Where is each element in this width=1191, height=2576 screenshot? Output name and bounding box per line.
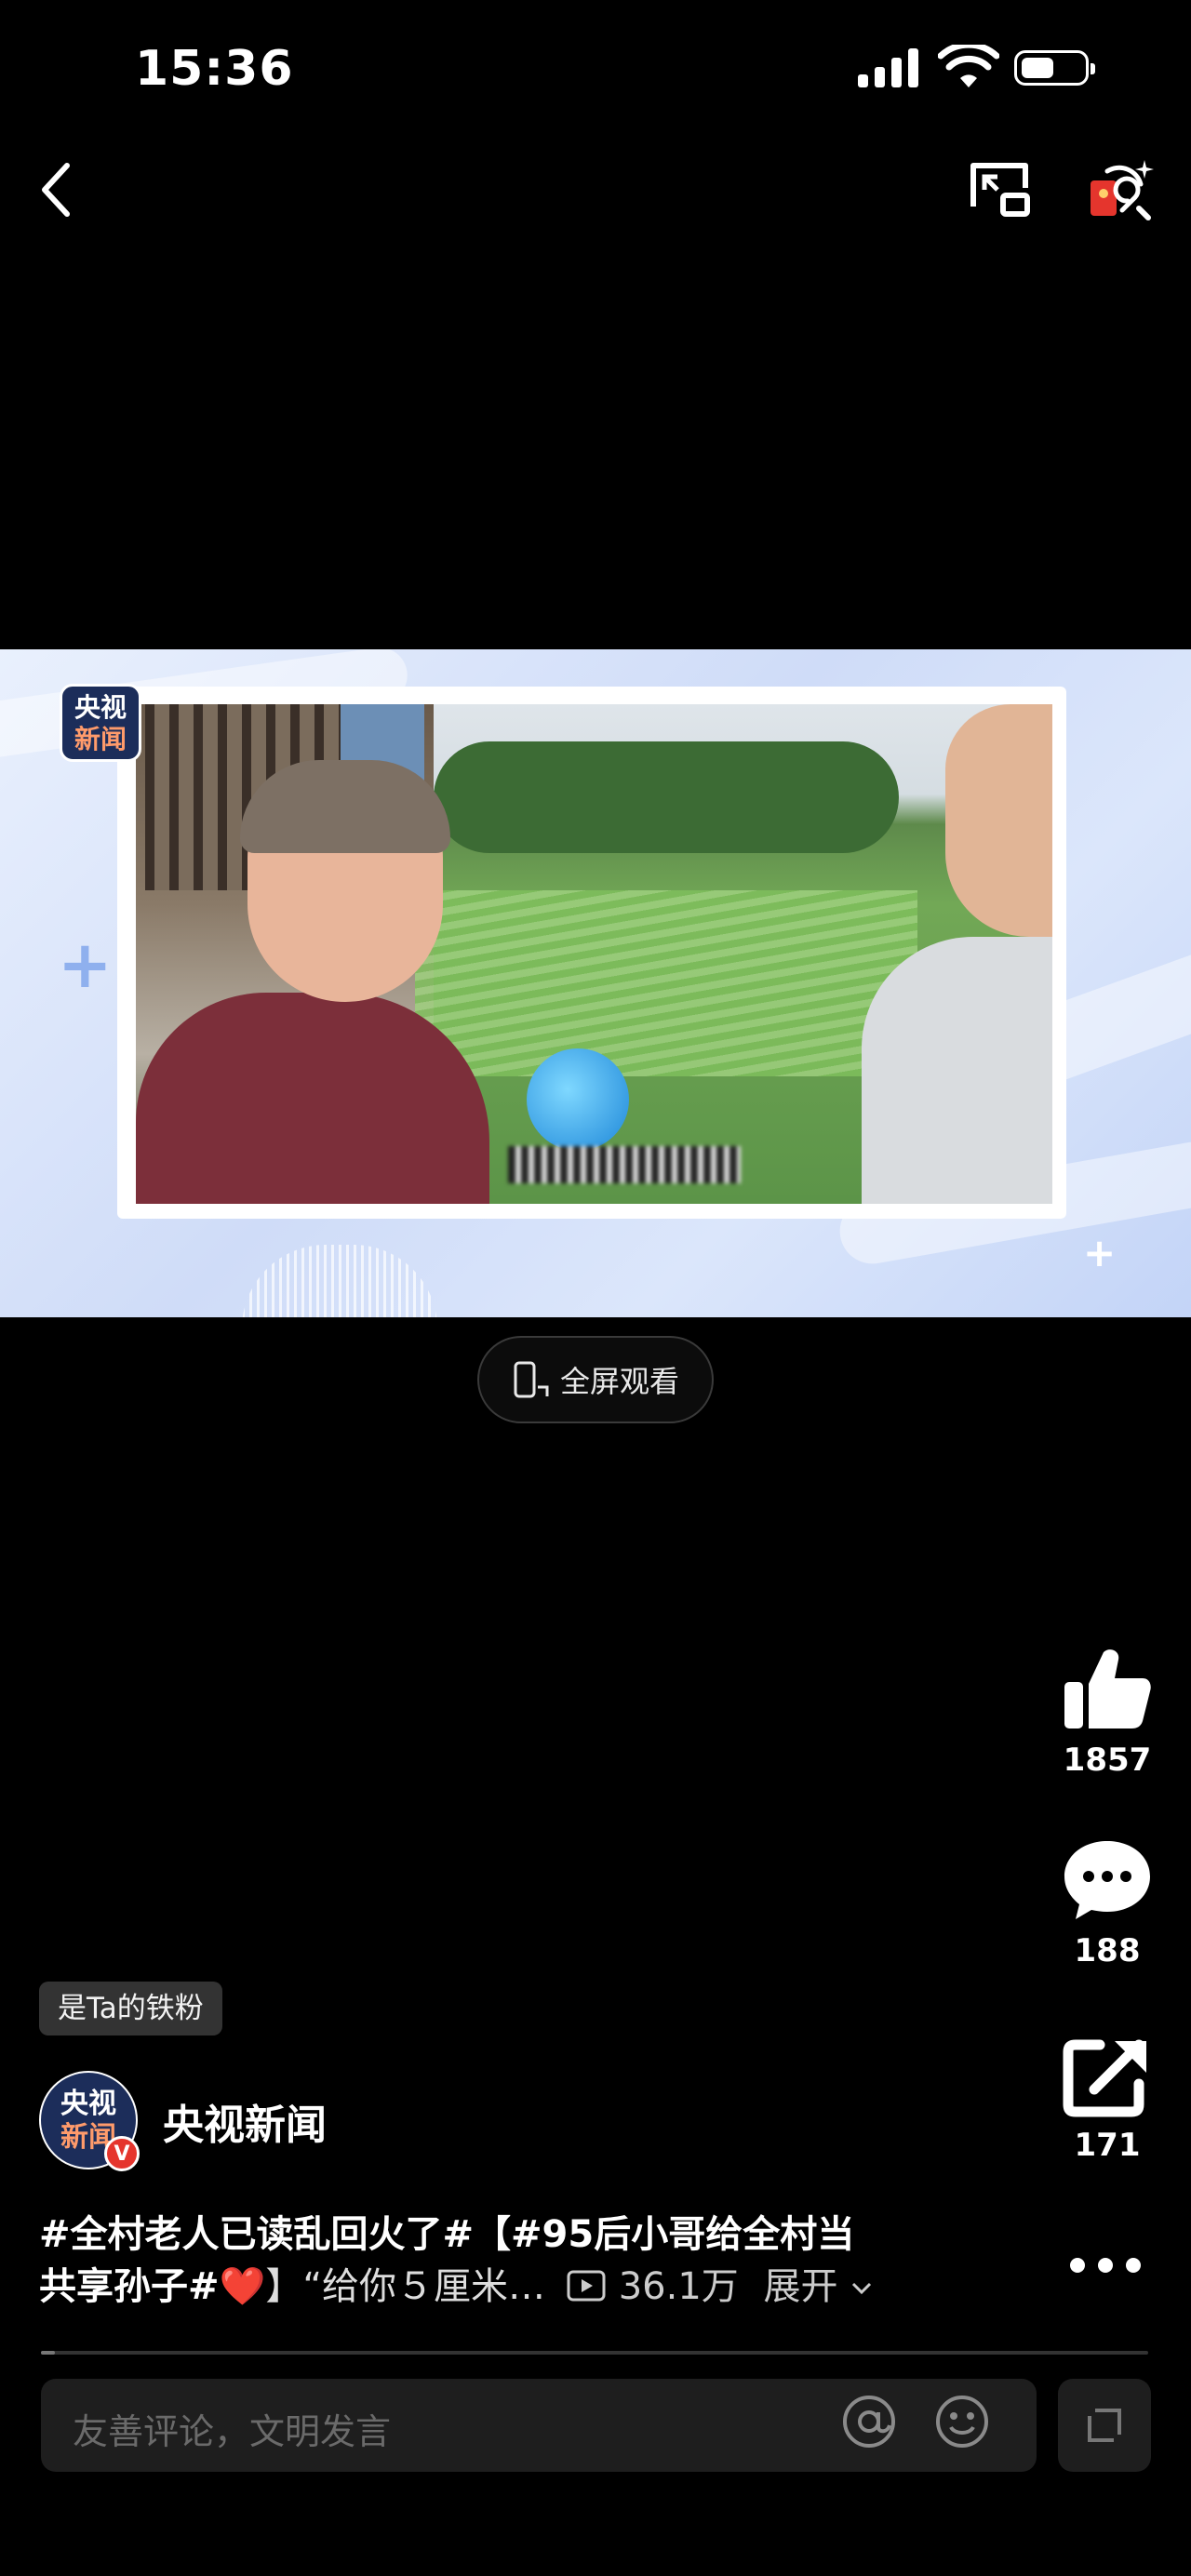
like-button[interactable]: 1857 bbox=[1051, 1647, 1163, 1779]
playback-progress-fill bbox=[41, 2351, 56, 2355]
author-avatar[interactable]: 央视 新闻 V bbox=[39, 2071, 140, 2171]
caption-line2: 共享孙子#❤️】“给你５厘米… 36.1万 展开 bbox=[39, 2261, 1007, 2313]
play-count-icon bbox=[567, 2270, 606, 2302]
playback-progress-bar[interactable] bbox=[41, 2351, 1148, 2355]
cellular-signal-icon bbox=[858, 48, 918, 87]
status-time: 15:36 bbox=[135, 41, 294, 97]
expand-input-button[interactable] bbox=[1058, 2379, 1151, 2472]
expand-caption-button[interactable]: 展开 bbox=[764, 2265, 875, 2308]
fullscreen-label: 全屏观看 bbox=[559, 1364, 679, 1399]
heart-emoji: ❤️ bbox=[219, 2265, 266, 2308]
comment-button[interactable]: 188 bbox=[1051, 1837, 1163, 1969]
rotate-phone-icon bbox=[514, 1361, 549, 1398]
verified-badge: V bbox=[104, 2136, 140, 2171]
picture-in-picture-icon[interactable] bbox=[966, 160, 1033, 220]
fullscreen-button[interactable]: 全屏观看 bbox=[477, 1336, 714, 1423]
comment-placeholder: 友善评论，文明发言 bbox=[73, 2411, 392, 2452]
expand-label: 展开 bbox=[763, 2265, 838, 2308]
channel-logo-line1: 央视 bbox=[74, 692, 127, 723]
share-icon bbox=[1063, 2039, 1146, 2117]
share-button[interactable]: 171 bbox=[1051, 2035, 1163, 2164]
avatar-line1: 央视 bbox=[60, 2088, 116, 2120]
views-group: 36.1万 bbox=[558, 2265, 751, 2308]
caption-line2-rest: 】“给你５厘米… bbox=[265, 2265, 546, 2308]
wifi-icon bbox=[938, 45, 999, 87]
back-chevron-icon[interactable] bbox=[37, 160, 74, 220]
video-scene-image bbox=[136, 704, 1052, 1204]
caption-line1: #全村老人已读乱回火了#【#95后小哥给全村当 bbox=[39, 2213, 855, 2256]
share-count: 171 bbox=[1074, 2127, 1141, 2164]
like-count: 1857 bbox=[1063, 1742, 1152, 1779]
comment-count: 188 bbox=[1074, 1932, 1141, 1969]
channel-logo-line2: 新闻 bbox=[74, 724, 127, 754]
chevron-down-icon bbox=[852, 2282, 872, 2295]
mention-at-icon[interactable] bbox=[841, 2394, 897, 2449]
channel-logo-badge: 央视 新闻 bbox=[60, 684, 141, 762]
caption-line2-prefix: 共享孙子# bbox=[39, 2265, 220, 2308]
video-caption[interactable]: #全村老人已读乱回火了#【#95后小哥给全村当 共享孙子#❤️】“给你５厘米… … bbox=[39, 2209, 1007, 2313]
emoji-icon[interactable] bbox=[934, 2394, 990, 2449]
battery-icon bbox=[1014, 50, 1095, 86]
expand-icon bbox=[1088, 2409, 1121, 2442]
author-name[interactable]: 央视新闻 bbox=[163, 2091, 327, 2151]
fan-badge: 是Ta的铁粉 bbox=[39, 1982, 222, 2035]
comment-bubble-icon bbox=[1064, 1841, 1150, 1919]
more-options-icon[interactable] bbox=[1068, 2251, 1143, 2279]
red-packet-search-icon[interactable] bbox=[1087, 156, 1154, 223]
view-count: 36.1万 bbox=[618, 2265, 739, 2308]
thumbs-up-icon bbox=[1064, 1649, 1151, 1728]
